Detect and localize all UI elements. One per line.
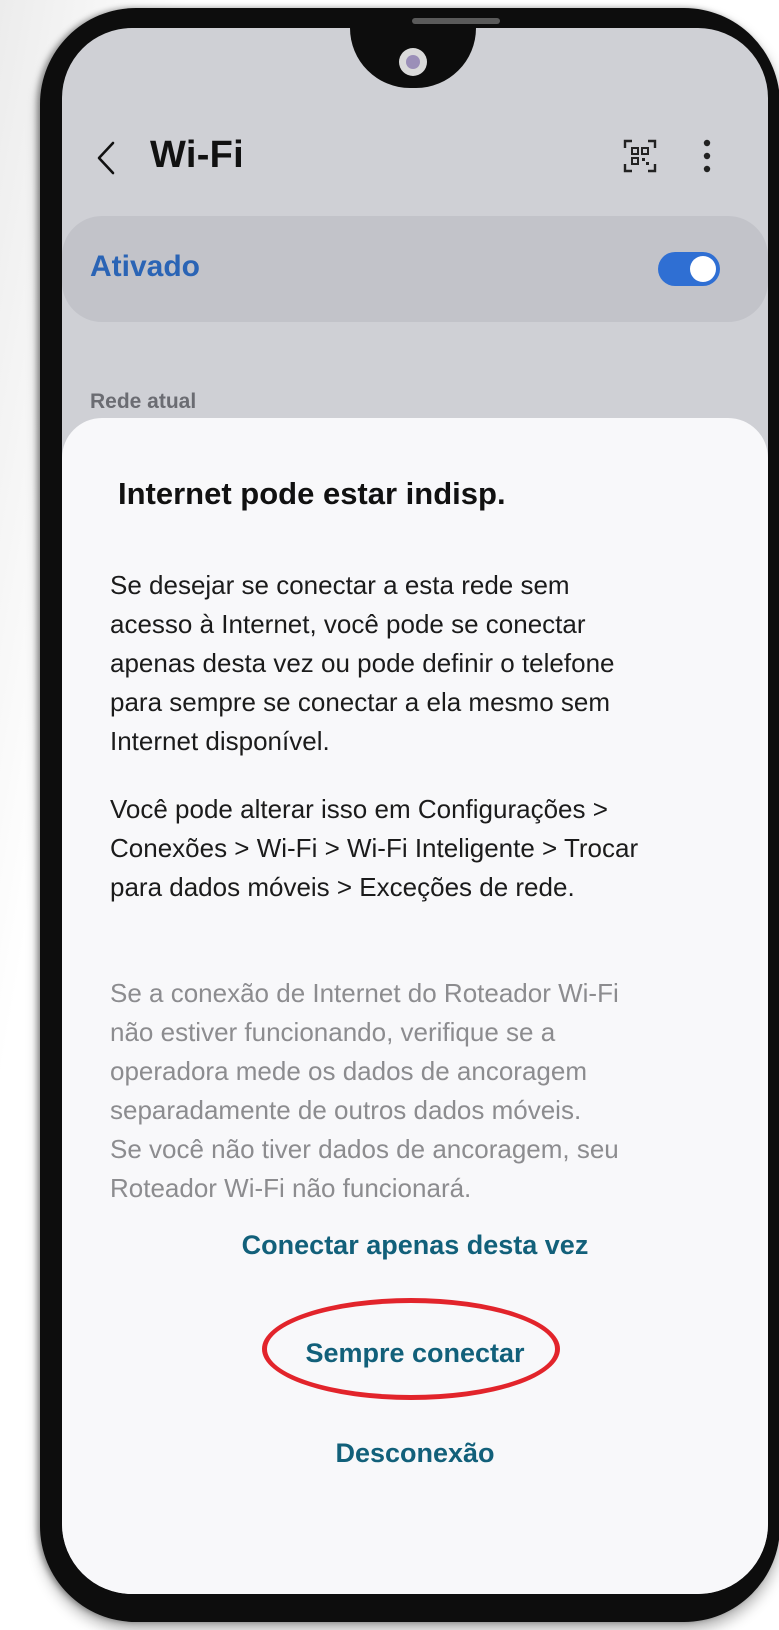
phone-screen: Wi-Fi Ativado Rede atual Internet pode e… xyxy=(62,28,768,1594)
back-button[interactable] xyxy=(88,130,124,186)
dialog-paragraph: Se desejar se conectar a esta rede sem a… xyxy=(110,570,615,756)
more-options-icon xyxy=(703,139,711,173)
current-network-heading: Rede atual xyxy=(90,390,197,413)
wifi-master-switch-card[interactable]: Ativado xyxy=(62,216,768,322)
always-connect-button[interactable]: Sempre conectar xyxy=(62,1338,768,1369)
dialog-note: Se a conexão de Internet do Roteador Wi-… xyxy=(110,978,619,1203)
disconnect-button[interactable]: Desconexão xyxy=(62,1438,768,1469)
back-chevron-icon xyxy=(97,141,115,175)
dialog-paragraph: Você pode alterar isso em Configurações … xyxy=(110,794,639,902)
qr-code-button[interactable] xyxy=(618,134,662,178)
connect-once-button[interactable]: Conectar apenas desta vez xyxy=(62,1230,768,1261)
wifi-toggle-switch[interactable] xyxy=(658,252,720,286)
camera-notch xyxy=(350,28,476,88)
qr-code-icon xyxy=(623,139,657,173)
front-camera xyxy=(399,48,427,76)
wifi-status-label: Ativado xyxy=(90,250,201,283)
app-bar: Wi-Fi xyxy=(62,124,768,196)
no-internet-dialog: Internet pode estar indisp. Se desejar s… xyxy=(62,418,768,1594)
phone-top-edge xyxy=(412,18,500,24)
more-options-button[interactable] xyxy=(692,134,722,178)
page-title: Wi-Fi xyxy=(150,134,245,176)
dialog-title: Internet pode estar indisp. xyxy=(118,476,506,511)
toggle-knob xyxy=(690,256,716,282)
